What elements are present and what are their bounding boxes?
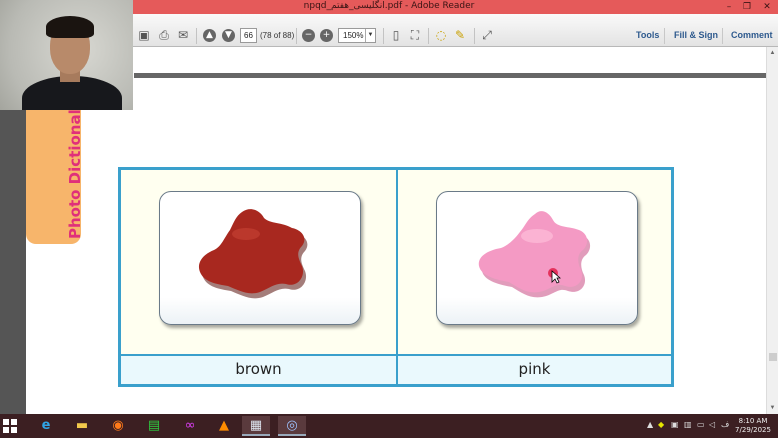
scroll-down-icon[interactable]: ▼ xyxy=(767,402,778,414)
adobe-reader-icon[interactable]: ▦ xyxy=(242,416,270,436)
page-number-input[interactable]: 66 xyxy=(240,28,257,43)
tools-link[interactable]: Tools xyxy=(636,30,659,40)
volume-icon[interactable]: ◁ xyxy=(709,420,715,429)
fit-page-icon[interactable]: ▯ xyxy=(388,27,404,43)
page-break xyxy=(134,73,766,78)
minimize-button[interactable]: – xyxy=(720,0,738,14)
tray-app-icon[interactable]: ◆ xyxy=(658,420,664,429)
scroll-thumb[interactable] xyxy=(769,353,777,361)
close-button[interactable]: ✕ xyxy=(758,0,776,14)
fill-sign-link[interactable]: Fill & Sign xyxy=(674,30,718,40)
highlight-icon[interactable]: ✎ xyxy=(452,27,468,43)
pink-splash-icon xyxy=(478,211,591,298)
brown-splash-icon xyxy=(198,209,308,299)
zoom-out-icon[interactable]: − xyxy=(302,29,315,42)
chevron-down-icon[interactable]: ▼ xyxy=(365,29,375,42)
pdf-page: Photo Dictional brown pink xyxy=(26,47,766,414)
color-table: brown pink xyxy=(118,167,674,387)
store-icon[interactable]: ▤ xyxy=(140,416,168,436)
tray-security-icon[interactable]: ▣ xyxy=(671,420,679,429)
color-card-brown xyxy=(159,191,361,325)
print-icon[interactable]: ⎙ xyxy=(156,27,172,43)
comment-link[interactable]: Comment xyxy=(731,30,773,40)
app-icon[interactable]: ∞ xyxy=(176,416,204,436)
clock-date: 7/29/2025 xyxy=(735,426,771,434)
mouse-pointer-icon xyxy=(551,270,561,284)
vertical-scrollbar[interactable]: ▲ ▼ xyxy=(766,47,778,414)
fullscreen-icon[interactable]: ⛶ xyxy=(407,27,423,43)
email-icon[interactable]: ✉ xyxy=(175,27,191,43)
image-cell-brown xyxy=(120,169,397,355)
next-page-icon[interactable]: ▼ xyxy=(222,29,235,42)
scroll-up-icon[interactable]: ▲ xyxy=(767,47,778,59)
image-cell-pink xyxy=(397,169,672,355)
side-tab-label: Photo Dictional xyxy=(66,109,84,239)
windows-start-icon[interactable] xyxy=(3,419,17,433)
page-count: (78 of 88) xyxy=(260,31,295,40)
clock-time: 8:10 AM xyxy=(738,417,768,425)
expand-icon[interactable]: ⤢ xyxy=(479,27,495,43)
previous-page-icon[interactable]: ▲ xyxy=(203,29,216,42)
network-icon[interactable]: ▥ xyxy=(684,420,692,429)
tray-chevron-icon[interactable]: ▲ xyxy=(647,420,653,429)
language-icon[interactable]: ف xyxy=(721,420,729,429)
webcam-overlay xyxy=(0,0,133,110)
photo-dictionary-tab: Photo Dictional xyxy=(26,109,84,244)
zoom-value: 150% xyxy=(343,31,364,40)
label-cell-pink: pink xyxy=(397,355,672,385)
restore-button[interactable]: ❐ xyxy=(738,0,756,14)
taskbar: e ▬ ◉ ▤ ∞ ▲ ▦ ◎ ▲ ◆ ▣ ▥ ▭ ◁ ف 8:10 AM 7/… xyxy=(0,414,778,438)
file-explorer-icon[interactable]: ▬ xyxy=(68,416,96,436)
save-icon[interactable]: ▣ xyxy=(136,27,152,43)
comment-icon[interactable]: ◌ xyxy=(433,27,449,43)
previous-page-edge xyxy=(134,47,766,75)
firefox-icon[interactable]: ◉ xyxy=(104,416,132,436)
edge-icon[interactable]: e xyxy=(32,416,60,436)
battery-icon[interactable]: ▭ xyxy=(697,420,705,429)
zoom-in-icon[interactable]: + xyxy=(320,29,333,42)
zoom-select[interactable]: 150% ▼ xyxy=(338,28,376,43)
taskbar-clock[interactable]: 8:10 AM 7/29/2025 xyxy=(733,417,773,435)
vlc-icon[interactable]: ▲ xyxy=(210,416,238,436)
label-cell-brown: brown xyxy=(120,355,397,385)
color-card-pink xyxy=(436,191,638,325)
camera-app-icon[interactable]: ◎ xyxy=(278,416,306,436)
